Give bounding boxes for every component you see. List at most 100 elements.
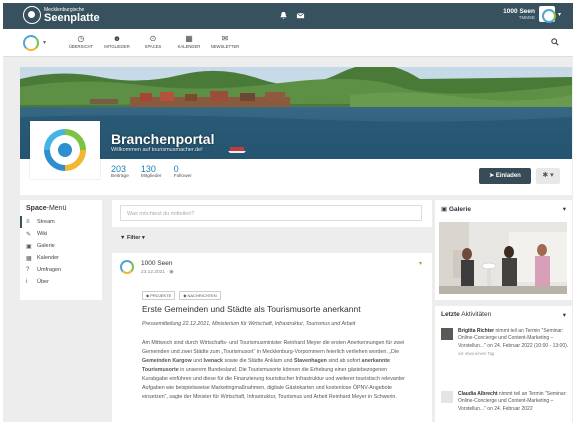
post-tags: ◆ PROJEKTE ◆ NACHRICHTEN	[142, 291, 221, 300]
top-bar: Mecklenburgische Seenplatte 1000 Seen TM…	[3, 3, 573, 29]
menu-item-polls[interactable]: ? Umfragen	[20, 264, 102, 276]
calendar-icon: ▦	[185, 34, 193, 43]
gear-icon: ✱	[542, 172, 549, 179]
menu-item-stream[interactable]: ≡ Stream	[20, 216, 102, 228]
invite-label: Einladen	[495, 173, 521, 179]
space-subtitle: Willkommen auf tourismusmacher.de!	[111, 147, 203, 153]
newsletter-icon: ✉	[221, 34, 229, 43]
wiki-icon: ✎	[26, 231, 32, 238]
activity-item[interactable]: Claudia Albrecht nimmt teil an Termin "S…	[441, 391, 569, 413]
main-nav: ▾ ◷ ÜBERSICHT ☻ MITGLIEDER ⊙ SPACES ▦ KA…	[3, 29, 573, 57]
nav-item-calendar[interactable]: ▦ KALENDER	[171, 33, 207, 49]
dashboard-icon: ◷	[77, 34, 85, 43]
nav-item-members[interactable]: ☻ MITGLIEDER	[99, 33, 135, 49]
stat-value: 0	[173, 164, 179, 174]
paper-plane-icon: ➤	[489, 173, 496, 179]
post-body: Am Mittwoch sind durch Wirtschafts- und …	[142, 340, 405, 400]
post-author[interactable]: 1000 Seen	[141, 260, 172, 267]
space-logo	[30, 121, 100, 179]
activity-user: Brigitta Richter	[458, 328, 495, 334]
space-chooser-logo[interactable]	[23, 35, 39, 51]
space-banner-image	[20, 67, 572, 159]
tag-badge[interactable]: ◆ NACHRICHTEN	[179, 291, 221, 300]
filter-label: Filter	[126, 235, 141, 241]
stat-label: Beiträge	[111, 174, 129, 179]
app-frame: Mecklenburgische Seenplatte 1000 Seen TM…	[3, 3, 573, 422]
stream-post: 1000 Seen 23.12.2021 · ◉ ▾ ◆ PROJEKTE ◆ …	[112, 253, 432, 422]
post-date[interactable]: 23.12.2021 · ◉	[141, 270, 173, 275]
nav-item-overview[interactable]: ◷ ÜBERSICHT	[63, 33, 99, 49]
post-composer: Was möchtest du mitteilen?	[112, 200, 432, 227]
menu-item-label: Über	[37, 279, 49, 285]
brand-logo	[23, 6, 41, 24]
space-settings-button[interactable]: ✱ ▾	[536, 168, 560, 184]
activity-item[interactable]: Brigitta Richter nimmt teil an Termin "S…	[441, 328, 569, 357]
brand-logo-link[interactable]: Mecklenburgische Seenplatte	[23, 6, 100, 24]
activity-time: vor etwa einem Tag	[458, 350, 495, 356]
menu-item-gallery[interactable]: ▣ Galerie	[20, 240, 102, 252]
bell-icon[interactable]	[279, 11, 288, 20]
post-input[interactable]: Was möchtest du mitteilen?	[120, 205, 422, 221]
stream-icon: ≡	[26, 219, 30, 225]
stat-label: Follower	[173, 174, 192, 179]
menu-item-label: Stream	[37, 219, 55, 225]
stat-posts[interactable]: 203 Beiträge	[111, 164, 129, 179]
poll-icon: ?	[26, 267, 30, 273]
filter-dropdown[interactable]: ▼ Filter ▾	[120, 235, 145, 241]
chevron-down-icon: ▾	[550, 172, 554, 179]
stat-value: 130	[140, 164, 156, 174]
space-title: Branchenportal	[111, 131, 215, 147]
menu-item-about[interactable]: i Über	[20, 276, 102, 288]
user-menu[interactable]: 1000 Seen TMMSE ▾	[503, 6, 561, 23]
menu-item-label: Galerie	[37, 243, 55, 249]
gallery-image[interactable]	[439, 222, 567, 294]
nav-item-spaces[interactable]: ⊙ SPACES	[135, 33, 171, 49]
gallery-title: ▣ Galerie	[441, 206, 471, 213]
nav-label: MITGLIEDER	[104, 44, 130, 49]
nav-label: ÜBERSICHT	[68, 44, 94, 49]
stat-label: Mitglieder	[140, 174, 162, 179]
menu-item-label: Wiki	[37, 231, 48, 237]
avatar[interactable]	[120, 260, 134, 274]
stat-followers[interactable]: 0 Follower	[174, 164, 192, 179]
space-menu: Space-Menü ≡ Stream ✎ Wiki ▣ Galerie ▦ K…	[20, 200, 102, 300]
chevron-down-icon: ▾	[140, 235, 145, 241]
menu-item-calendar[interactable]: ▦ Kalender	[20, 252, 102, 264]
gallery-panel: ▣ Galerie ▾	[435, 200, 572, 300]
globe-icon: ◉	[169, 270, 174, 275]
user-name: 1000 Seen	[503, 8, 535, 15]
search-icon[interactable]	[551, 38, 559, 48]
invite-button[interactable]: ➤ Einladen	[479, 168, 531, 184]
info-icon: i	[26, 279, 28, 285]
spaces-icon: ⊙	[149, 34, 157, 43]
gallery-icon: ▣	[26, 243, 32, 250]
nav-item-newsletter[interactable]: ✉ NEWSLETTER	[207, 33, 243, 49]
brand-title: Seenplatte	[44, 11, 100, 24]
calendar-icon: ▦	[26, 255, 32, 262]
stat-members[interactable]: 130 Mitglieder	[141, 164, 162, 179]
chevron-down-icon[interactable]: ▾	[419, 260, 422, 267]
chevron-down-icon[interactable]: ▾	[43, 39, 46, 46]
stat-value: 203	[111, 164, 127, 174]
nav-label: NEWSLETTER	[210, 44, 240, 49]
space-menu-title: Space-Menü	[26, 205, 67, 212]
activity-user: Claudia Albrecht	[458, 391, 498, 397]
chevron-down-icon[interactable]: ▾	[563, 311, 566, 319]
activities-panel: Letzte Aktivitäten ▾ Brigitta Richter ni…	[435, 306, 572, 422]
menu-item-label: Umfragen	[37, 267, 62, 273]
avatar	[441, 328, 453, 340]
menu-item-wiki[interactable]: ✎ Wiki	[20, 228, 102, 240]
chevron-down-icon[interactable]: ▾	[563, 205, 566, 213]
nav-label: SPACES	[144, 44, 162, 49]
chevron-down-icon: ▾	[557, 11, 561, 18]
envelope-icon[interactable]	[296, 11, 305, 20]
activities-title: Letzte Aktivitäten	[441, 311, 492, 318]
user-role: TMMSE	[518, 15, 535, 20]
filter-icon: ▼	[120, 235, 127, 241]
post-title: Erste Gemeinden und Städte als Tourismus…	[142, 304, 361, 314]
user-avatar	[538, 6, 556, 23]
image-icon: ▣	[441, 206, 449, 213]
avatar	[441, 391, 453, 403]
tag-badge[interactable]: ◆ PROJEKTE	[142, 291, 176, 300]
nav-label: KALENDER	[177, 44, 201, 49]
